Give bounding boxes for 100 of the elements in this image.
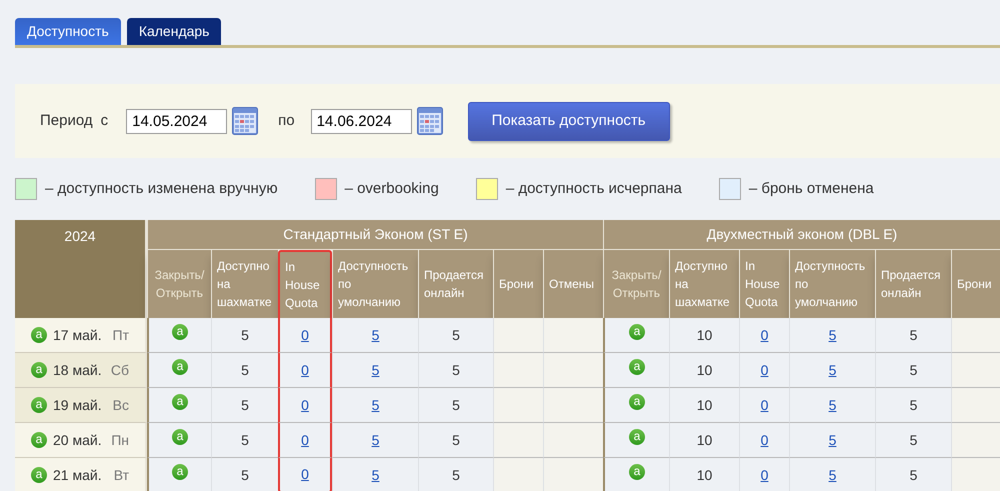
from-label: с — [100, 110, 108, 131]
table-cell: 5 — [418, 353, 493, 388]
column-header: Доступно на шахматке — [211, 250, 278, 318]
status-icon: a — [629, 464, 645, 480]
column-header: Брони — [951, 250, 1000, 318]
column-header: In House Quota — [739, 250, 789, 318]
year-header: 2024 — [15, 220, 147, 318]
status-icon: a — [172, 394, 188, 410]
table-cell: 5 — [211, 353, 278, 388]
table-cell — [493, 388, 543, 423]
table-cell — [493, 458, 543, 491]
value-link[interactable]: 0 — [301, 324, 309, 346]
table-cell — [951, 423, 1000, 458]
weekday-label: Пн — [111, 430, 129, 450]
value-link[interactable]: 5 — [372, 430, 380, 450]
status-icon: a — [629, 324, 645, 340]
status-icon: a — [172, 324, 188, 340]
weekday-label: Вс — [112, 396, 129, 414]
column-header: In House Quota — [278, 250, 332, 318]
table-cell: 5 — [875, 353, 951, 388]
table-cell — [951, 318, 1000, 353]
column-header: Закрыть/ Открыть — [147, 250, 211, 318]
table-cell: 10 — [669, 353, 739, 388]
column-header: Доступность по умолчанию — [789, 250, 875, 318]
column-header: Закрыть/ Открыть — [603, 250, 669, 318]
weekday-label: Сб — [110, 360, 129, 380]
column-header: Доступность по умолчанию — [332, 250, 418, 318]
table-cell: 10 — [669, 388, 739, 423]
value-link[interactable]: 0 — [760, 324, 768, 346]
value-link[interactable]: 0 — [301, 360, 309, 380]
status-icon: a — [31, 467, 47, 483]
table-cell: 10 — [669, 423, 739, 458]
date-label: 18 май. — [53, 360, 102, 380]
column-header: Продается онлайн — [418, 250, 493, 318]
status-icon: a — [629, 359, 645, 375]
status-icon: a — [629, 429, 645, 445]
legend-label: – overbooking — [344, 178, 439, 199]
value-link[interactable]: 0 — [301, 394, 309, 416]
table-cell: 5 — [211, 423, 278, 458]
value-link[interactable]: 5 — [828, 464, 836, 486]
value-link[interactable]: 0 — [760, 430, 768, 450]
table-cell — [951, 458, 1000, 491]
table-cell: 5 — [418, 423, 493, 458]
table-cell: 5 — [418, 388, 493, 423]
date-label: 20 май. — [53, 430, 102, 450]
to-label: по — [278, 110, 295, 131]
value-link[interactable]: 0 — [760, 360, 768, 380]
status-icon: a — [629, 394, 645, 410]
calendar-icon[interactable] — [232, 107, 258, 135]
date-label: 17 май. — [53, 326, 102, 344]
table-cell: 10 — [669, 318, 739, 353]
value-link[interactable]: 5 — [828, 430, 836, 450]
value-link[interactable]: 5 — [372, 324, 380, 346]
status-icon: a — [172, 464, 188, 480]
value-link[interactable]: 5 — [372, 394, 380, 416]
legend-label: – бронь отменена — [748, 178, 874, 199]
period-label: Период — [40, 110, 93, 131]
weekday-label: Вт — [114, 466, 129, 484]
value-link[interactable]: 0 — [760, 464, 768, 486]
room-type-header: Двухместный эконом (DBL E) — [603, 220, 1000, 250]
calendar-icon[interactable] — [416, 107, 443, 135]
column-header: Брони — [493, 250, 543, 318]
status-icon: a — [172, 359, 188, 375]
legend-label: – доступность изменена вручную — [45, 178, 278, 199]
value-link[interactable]: 5 — [372, 360, 380, 380]
date-label: 21 май. — [53, 466, 102, 484]
date-label: 19 май. — [53, 396, 102, 414]
table-cell: 5 — [875, 423, 951, 458]
column-header: Доступно на шахматке — [669, 250, 739, 318]
weekday-label: Пт — [112, 326, 129, 344]
value-link[interactable]: 5 — [372, 464, 380, 486]
value-link[interactable]: 5 — [828, 324, 836, 346]
tab[interactable]: Календарь — [126, 18, 222, 45]
room-type-header: Стандартный Эконом (ST E) — [147, 220, 603, 250]
show-availability-button[interactable]: Показать доступность — [468, 102, 670, 140]
tab[interactable]: Доступность — [15, 18, 121, 45]
table-cell — [493, 353, 543, 388]
status-icon: a — [31, 362, 47, 378]
table-cell: 5 — [211, 388, 278, 423]
value-link[interactable]: 5 — [828, 394, 836, 416]
column-header: Продается онлайн — [875, 250, 951, 318]
table-cell: 5 — [875, 318, 951, 353]
table-cell — [951, 353, 1000, 388]
column-header: Отмены — [543, 250, 603, 318]
status-icon: a — [31, 327, 47, 343]
value-link[interactable]: 0 — [301, 464, 309, 485]
date-field[interactable]: 14.05.2024 — [126, 108, 228, 134]
status-icon: a — [172, 429, 188, 445]
date-field[interactable]: 14.06.2024 — [310, 108, 412, 134]
status-icon: a — [31, 432, 47, 448]
table-cell: 5 — [418, 318, 493, 353]
legend-label: – доступность исчерпана — [506, 178, 682, 199]
table-cell — [493, 318, 543, 353]
status-icon: a — [31, 397, 47, 413]
table-cell — [493, 423, 543, 458]
value-link[interactable]: 0 — [301, 430, 309, 450]
table-cell: 5 — [211, 318, 278, 353]
table-cell — [951, 388, 1000, 423]
value-link[interactable]: 0 — [760, 394, 768, 416]
value-link[interactable]: 5 — [828, 360, 836, 380]
